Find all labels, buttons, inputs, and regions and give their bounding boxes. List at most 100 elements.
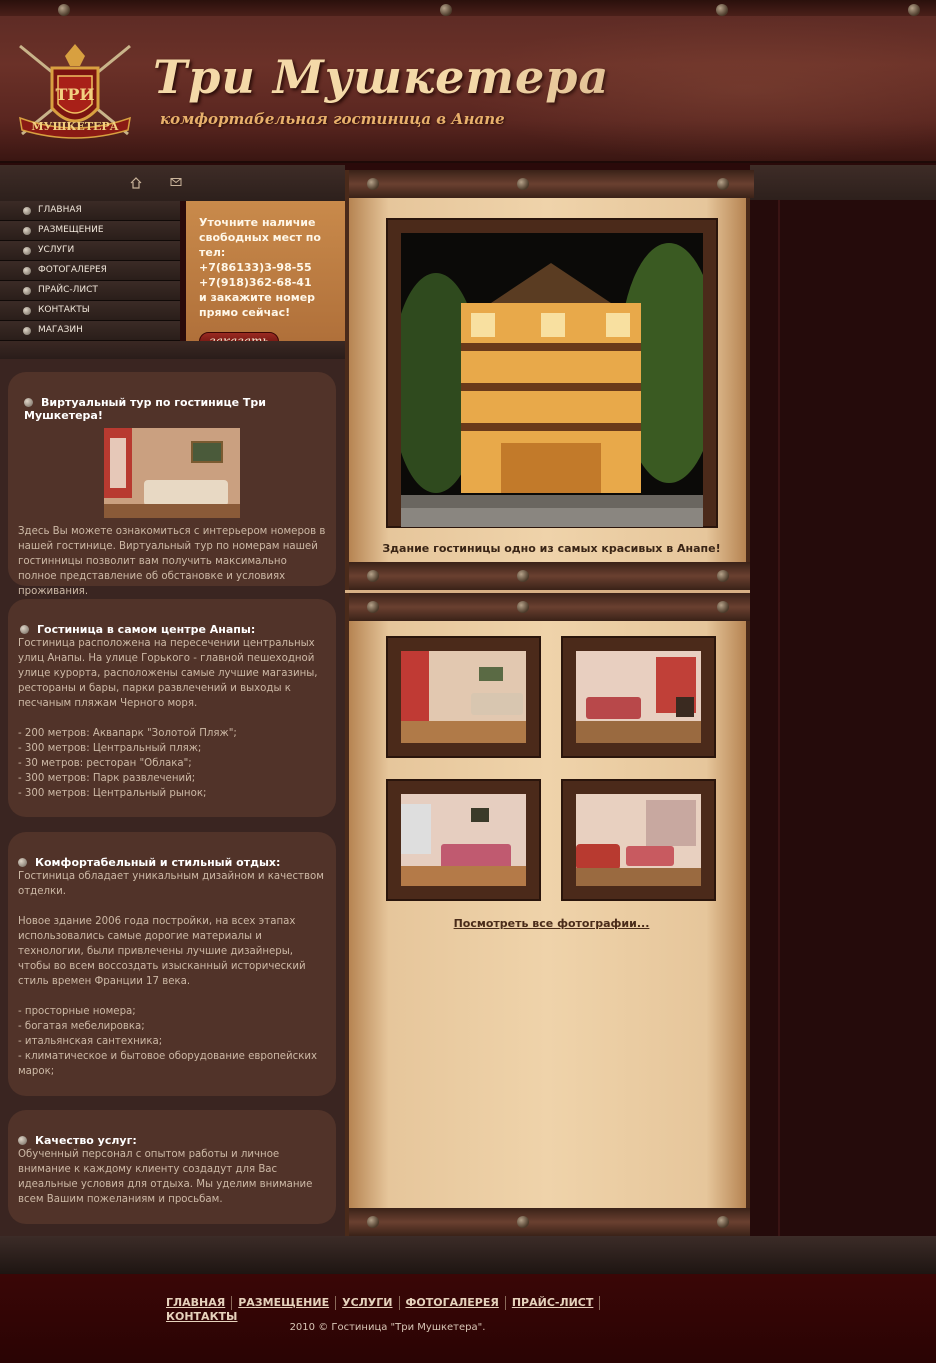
nav-item-gallery[interactable]: ФОТОГАЛЕРЕЯ <box>0 261 180 281</box>
bottom-strip <box>0 1236 936 1274</box>
nav-item-contacts[interactable]: КОНТАКТЫ <box>0 301 180 321</box>
nav-item-label: ПРАЙС-ЛИСТ <box>38 285 98 295</box>
footer-link-home[interactable]: ГЛАВНАЯ <box>160 1296 233 1310</box>
nav-item-label: УСЛУГИ <box>38 245 75 255</box>
bullet-icon <box>18 1136 27 1145</box>
rivet-decoration <box>58 4 70 16</box>
section-text: Гостиница расположена на пересечении цен… <box>18 638 318 799</box>
section-title: Комфортабельный и стильный отдых: <box>18 832 326 869</box>
view-all-photos-link[interactable]: Посмотреть все фотографии... <box>349 917 754 930</box>
svg-text:ТРИ: ТРИ <box>55 85 94 104</box>
bullet-icon <box>23 247 31 255</box>
panel-cap <box>349 562 754 590</box>
center-column: Здание гостиницы одно из самых красивых … <box>345 170 754 1236</box>
right-top-strip <box>750 165 936 201</box>
nav-item-services[interactable]: УСЛУГИ <box>0 241 180 261</box>
rivet-decoration <box>908 4 920 16</box>
service-quality-box: Качество услуг: Обученный персонал с опы… <box>8 1110 336 1224</box>
gallery-panel: Посмотреть все фотографии... <box>345 593 754 1236</box>
nav-item-label: КОНТАКТЫ <box>38 305 90 315</box>
room-photo[interactable] <box>401 651 526 743</box>
hotel-building-photo[interactable] <box>401 233 703 527</box>
bullet-icon <box>23 287 31 295</box>
gallery-thumb[interactable] <box>386 779 541 901</box>
section-title-text: Виртуальный тур по гостинице Три Мушкете… <box>24 396 267 422</box>
virtual-tour-photo[interactable] <box>104 428 240 518</box>
mail-icon[interactable] <box>170 177 184 189</box>
main-photo-frame <box>386 218 718 528</box>
gallery-thumb[interactable] <box>386 636 541 758</box>
side-navigation: ГЛАВНАЯ РАЗМЕЩЕНИЕ УСЛУГИ ФОТОГАЛЕРЕЯ ПР… <box>0 201 180 341</box>
virtual-tour-box: Виртуальный тур по гостинице Три Мушкете… <box>8 372 336 597</box>
comfort-box: Комфортабельный и стильный отдых: Гостин… <box>8 832 336 1096</box>
bullet-icon <box>23 207 31 215</box>
location-box: Гостиница в самом центре Анапы: Гостиниц… <box>8 599 336 817</box>
rivet-decoration <box>717 1216 729 1228</box>
nav-item-pricelist[interactable]: ПРАЙС-ЛИСТ <box>0 281 180 301</box>
section-title-text: Гостиница в самом центре Анапы: <box>37 623 256 636</box>
rivet-decoration <box>440 4 452 16</box>
gallery-thumb[interactable] <box>561 636 716 758</box>
section-text: Гостиница обладает уникальным дизайном и… <box>18 871 324 1077</box>
section-title-text: Качество услуг: <box>35 1134 137 1147</box>
gallery-thumb[interactable] <box>561 779 716 901</box>
nav-item-label: ФОТОГАЛЕРЕЯ <box>38 265 107 275</box>
section-title: Виртуальный тур по гостинице Три Мушкете… <box>18 372 326 422</box>
rivet-decoration <box>367 601 379 613</box>
footer-link-pricelist[interactable]: ПРАЙС-ЛИСТ <box>506 1296 601 1310</box>
bullet-icon <box>23 227 31 235</box>
main-photo-panel: Здание гостиницы одно из самых красивых … <box>345 170 754 590</box>
nav-item-label: РАЗМЕЩЕНИЕ <box>38 225 104 235</box>
bullet-icon <box>23 267 31 275</box>
rivet-decoration <box>367 1216 379 1228</box>
rivet-decoration <box>367 570 379 582</box>
hotel-logo[interactable]: ТРИ МУШКЕТЕРА <box>10 38 140 142</box>
section-title: Гостиница в самом центре Анапы: <box>18 599 326 636</box>
home-icon[interactable] <box>130 177 144 189</box>
booking-text: Уточните наличие свободных мест по тел: … <box>199 216 321 319</box>
right-column <box>750 200 936 1236</box>
rivet-decoration <box>517 570 529 582</box>
left-column: Виртуальный тур по гостинице Три Мушкете… <box>0 359 345 1237</box>
icon-bar <box>0 165 345 201</box>
section-text: Здесь Вы можете ознакомиться с интерьеро… <box>18 526 326 597</box>
bullet-icon <box>23 327 31 335</box>
panel-cap <box>349 593 754 621</box>
copyright-text: 2010 © Гостиница "Три Мушкетера". <box>289 1322 486 1333</box>
nav-item-accommodation[interactable]: РАЗМЕЩЕНИЕ <box>0 221 180 241</box>
bullet-icon <box>24 398 33 407</box>
site-footer: ГЛАВНАЯ РАЗМЕЩЕНИЕ УСЛУГИ ФОТОГАЛЕРЕЯ ПРАЙС-… <box>0 1274 936 1363</box>
nav-item-shop[interactable]: МАГАЗИН <box>0 321 180 341</box>
room-photo[interactable] <box>576 794 701 886</box>
rivet-decoration <box>717 601 729 613</box>
section-text: Обученный персонал с опытом работы и лич… <box>18 1149 313 1205</box>
rivet-decoration <box>517 178 529 190</box>
room-photo[interactable] <box>576 651 701 743</box>
footer-navigation: ГЛАВНАЯ РАЗМЕЩЕНИЕ УСЛУГИ ФОТОГАЛЕРЕЯ ПРАЙС-… <box>160 1296 620 1324</box>
nav-item-home[interactable]: ГЛАВНАЯ <box>0 201 180 221</box>
nav-item-label: ГЛАВНАЯ <box>38 205 82 215</box>
panel-cap <box>349 1208 754 1236</box>
rivet-decoration <box>367 178 379 190</box>
bullet-icon <box>23 307 31 315</box>
rivet-decoration <box>716 4 728 16</box>
section-title: Качество услуг: <box>18 1110 326 1147</box>
section-title-text: Комфортабельный и стильный отдых: <box>35 856 281 869</box>
divider <box>0 341 345 359</box>
bullet-icon <box>18 858 27 867</box>
footer-link-gallery[interactable]: ФОТОГАЛЕРЕЯ <box>400 1296 506 1310</box>
bullet-icon <box>20 625 29 634</box>
rivet-decoration <box>717 570 729 582</box>
rivet-decoration <box>717 178 729 190</box>
room-photo[interactable] <box>401 794 526 886</box>
footer-link-services[interactable]: УСЛУГИ <box>336 1296 400 1310</box>
footer-link-accommodation[interactable]: РАЗМЕЩЕНИЕ <box>232 1296 337 1310</box>
site-title: Три Мушкетера <box>153 50 610 104</box>
main-photo-caption: Здание гостиницы одно из самых красивых … <box>382 542 721 555</box>
site-header: ТРИ МУШКЕТЕРА Три Мушкетера комфортабель… <box>0 0 936 163</box>
panel-cap <box>349 170 754 198</box>
nav-item-label: МАГАЗИН <box>38 325 83 335</box>
rivet-decoration <box>517 601 529 613</box>
rivet-decoration <box>517 1216 529 1228</box>
site-subtitle: комфортабельная гостиница в Анапе <box>160 110 505 128</box>
